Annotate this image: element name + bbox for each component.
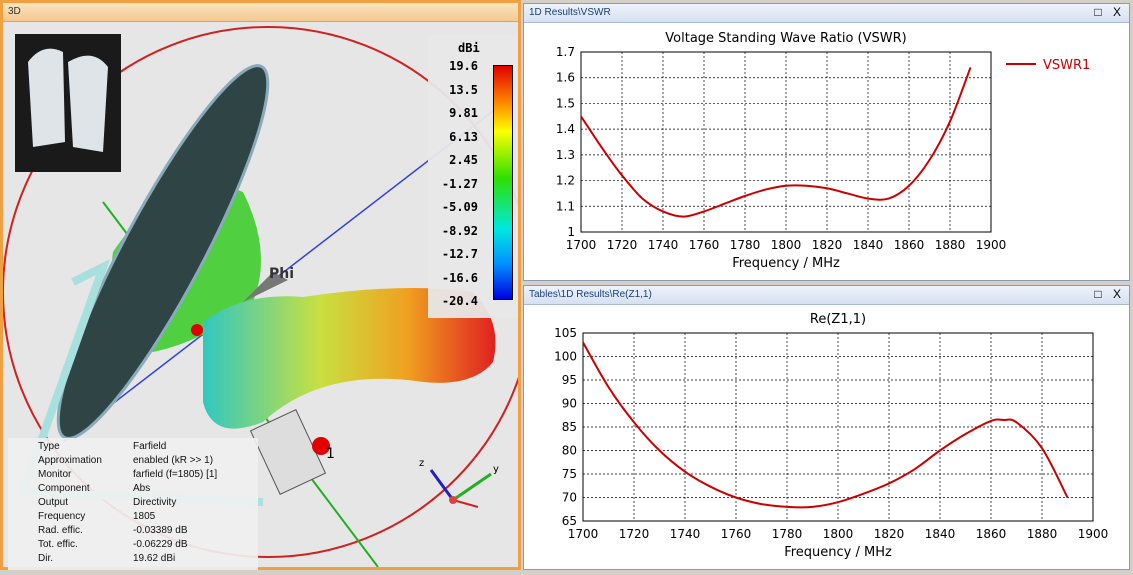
- x-tick-label: 1760: [689, 238, 720, 252]
- info-label: Monitor: [38, 469, 72, 480]
- info-label: Component: [38, 483, 90, 494]
- port-label: 1: [326, 446, 335, 462]
- y-tick-label: 70: [562, 491, 577, 505]
- y-tick-label: 1.4: [556, 122, 575, 136]
- x-tick-label: 1800: [771, 238, 802, 252]
- window-buttons[interactable]: □ X: [1094, 5, 1125, 19]
- triad-y: y: [493, 464, 499, 475]
- y-tick-label: 80: [562, 444, 577, 458]
- panel-vswr[interactable]: 1D Results\VSWR □ X Voltage Standing Wave…: [523, 3, 1130, 281]
- info-label: Approximation: [38, 455, 102, 466]
- info-label: Tot. effic.: [38, 539, 78, 550]
- triad-z: z: [419, 458, 424, 469]
- colorbar-legend: dBi 19.6 13.5 9.81 6.13 2.45 -1.27 -5.09 -8.92 -…: [428, 35, 518, 318]
- info-value: -0.03389 dB: [133, 525, 188, 536]
- phi-label: Phi: [269, 266, 294, 282]
- panel-title: 1D Results\VSWR: [529, 7, 611, 18]
- colorbar-gradient: [493, 65, 513, 300]
- x-tick-label: 1840: [925, 527, 956, 541]
- info-label: Type: [38, 441, 60, 452]
- panel-rez-titlebar[interactable]: Tables\1D Results\Re(Z1,1) □ X: [524, 286, 1129, 305]
- farfield-info-table: Type Farfield Approximation enabled (kR >> …: [8, 438, 258, 570]
- y-tick-label: 1.3: [556, 148, 575, 162]
- y-tick-label: 1.5: [556, 96, 575, 110]
- info-label: Rad. effic.: [38, 525, 83, 536]
- info-value: -0.06229 dB: [133, 539, 188, 550]
- y-tick-label: 65: [562, 514, 577, 528]
- window-buttons[interactable]: □ X: [1094, 287, 1125, 301]
- panel-title: Tables\1D Results\Re(Z1,1): [529, 289, 652, 300]
- y-tick-label: 1.6: [556, 71, 575, 85]
- info-value: Farfield: [133, 441, 167, 452]
- y-tick-label: 1.7: [556, 45, 575, 59]
- x-tick-label: 1740: [648, 238, 679, 252]
- panel-3d[interactable]: 3D 1 Phi z y dBi 19.6 13.5 9.81 6.13 2.45 -1.…: [0, 0, 521, 570]
- panel-title: 3D: [8, 6, 21, 17]
- info-value: farfield (f=1805) [1]: [133, 469, 218, 480]
- x-tick-label: 1720: [607, 238, 638, 252]
- info-label: Frequency: [38, 511, 86, 522]
- y-tick-label: 100: [554, 350, 577, 364]
- chart-title: Re(Z1,1): [810, 312, 866, 327]
- series-line: [580, 67, 972, 218]
- x-tick-label: 1700: [566, 238, 597, 252]
- y-tick-label: 95: [562, 373, 577, 387]
- y-tick-label: 1.1: [556, 199, 575, 213]
- y-tick-label: 75: [562, 467, 577, 481]
- x-tick-label: 1820: [812, 238, 843, 252]
- x-tick-label: 1900: [976, 238, 1007, 252]
- y-tick-label: 90: [562, 397, 577, 411]
- panel-rez[interactable]: Tables\1D Results\Re(Z1,1) □ X Re(Z1,1) 17…: [523, 285, 1130, 570]
- x-axis-label: Frequency / MHz: [784, 545, 892, 560]
- colorbar-tick: -12.7: [441, 247, 478, 261]
- info-value: enabled (kR >> 1): [133, 455, 214, 466]
- x-tick-label: 1900: [1078, 527, 1109, 541]
- x-tick-label: 1780: [772, 527, 803, 541]
- y-tick-label: 1: [567, 225, 575, 239]
- x-tick-label: 1840: [853, 238, 884, 252]
- y-tick-label: 1.2: [556, 174, 575, 188]
- colorbar-tick: -20.4: [441, 294, 478, 308]
- colorbar-unit: dBi: [458, 41, 480, 55]
- y-tick-label: 85: [562, 420, 577, 434]
- info-label: Output: [38, 497, 69, 508]
- x-tick-label: 1820: [874, 527, 905, 541]
- colorbar-tick: -8.92: [441, 223, 478, 238]
- chart-title: Voltage Standing Wave Ratio (VSWR): [665, 31, 906, 46]
- x-tick-label: 1760: [721, 527, 752, 541]
- colorbar-tick: 9.81: [449, 106, 478, 120]
- x-axis-label: Frequency / MHz: [732, 256, 840, 271]
- panel-vswr-titlebar[interactable]: 1D Results\VSWR □ X: [524, 4, 1129, 23]
- x-tick-label: 1880: [935, 238, 966, 252]
- x-tick-label: 1800: [823, 527, 854, 541]
- origin-marker: [191, 324, 203, 336]
- colorbar-tick: -5.09: [441, 200, 478, 214]
- vswr-chart: Voltage Standing Wave Ratio (VSWR) 1700 17…: [556, 31, 1090, 271]
- colorbar-tick: -16.6: [441, 270, 478, 285]
- series-line: [582, 341, 1069, 509]
- colorbar-tick: 13.5: [449, 82, 478, 97]
- x-tick-label: 1880: [1027, 527, 1058, 541]
- info-value: Abs: [133, 483, 151, 494]
- colorbar-tick: 6.13: [449, 129, 478, 144]
- x-tick-label: 1740: [670, 527, 701, 541]
- info-label: Dir.: [38, 553, 53, 564]
- colorbar-tick: 2.45: [449, 153, 478, 167]
- info-value: Directivity: [133, 497, 177, 508]
- colorbar-tick: -1.27: [441, 176, 478, 191]
- info-value: 19.62 dBi: [133, 553, 176, 564]
- y-tick-label: 105: [554, 326, 577, 340]
- rez-chart: Re(Z1,1) 1700 1720 1740 1760 1780 1800 1820 1840…: [554, 312, 1109, 560]
- x-tick-label: 1700: [568, 527, 599, 541]
- panel-3d-titlebar[interactable]: 3D: [3, 3, 518, 22]
- x-tick-label: 1720: [619, 527, 650, 541]
- x-tick-label: 1860: [976, 527, 1007, 541]
- x-tick-label: 1860: [894, 238, 925, 252]
- x-tick-label: 1780: [730, 238, 761, 252]
- colorbar-tick: 19.6: [449, 59, 478, 73]
- info-value: 1805: [133, 511, 156, 522]
- legend-label: VSWR1: [1043, 58, 1090, 73]
